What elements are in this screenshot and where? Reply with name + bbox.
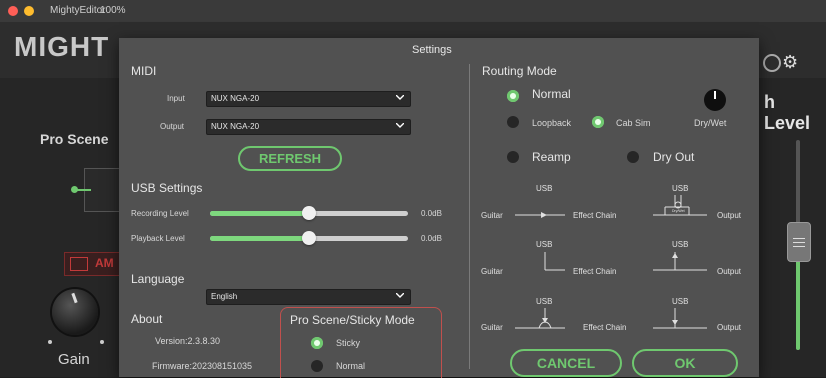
dry-out-radio[interactable] <box>627 151 639 163</box>
ok-button[interactable]: OK <box>632 349 738 377</box>
diagram-guitar-label: Guitar <box>481 211 503 220</box>
routing-diagram-normal <box>515 195 707 218</box>
input-label: Input <box>167 94 185 103</box>
diagram-output-label: Output <box>717 267 742 276</box>
close-window-button[interactable] <box>8 6 18 16</box>
usb-settings-header: USB Settings <box>131 181 203 195</box>
diagram-usb-label: USB <box>536 240 553 249</box>
reamp-radio[interactable] <box>507 151 519 163</box>
diagram-usb-label: USB <box>672 184 689 193</box>
firmware-text: Firmware:202308151035 <box>152 361 253 371</box>
window-title: MightyEditor <box>50 5 106 16</box>
midi-input-select[interactable]: NUX NGA-20 <box>206 91 411 107</box>
diagram-output-label: Output <box>717 323 742 332</box>
reamp-label: Reamp <box>532 150 571 164</box>
normal-routing-radio[interactable] <box>507 90 519 102</box>
block-preview <box>71 168 124 212</box>
normal-mode-radio[interactable] <box>311 360 323 372</box>
playback-level-thumb[interactable] <box>302 231 316 245</box>
diagram-usb-label: USB <box>536 297 553 306</box>
dialog-divider <box>469 64 470 369</box>
loopback-radio[interactable] <box>507 116 519 128</box>
playback-level-fill <box>210 236 309 241</box>
gain-label: Gain <box>58 351 90 368</box>
recording-level-fill <box>210 211 309 216</box>
amp-badge[interactable]: AM <box>64 252 124 276</box>
routing-diagram-reamp <box>515 308 707 329</box>
diagram-usb-label: USB <box>536 184 553 193</box>
minimize-window-button[interactable] <box>24 6 34 16</box>
cancel-button[interactable]: CANCEL <box>510 349 622 377</box>
diagram-guitar-label: Guitar <box>481 323 503 332</box>
diagram-drywet-small-label: Dry/Wet <box>672 209 685 213</box>
midi-header: MIDI <box>131 64 157 78</box>
gear-icon[interactable]: ⚙ <box>782 52 798 73</box>
recording-level-label: Recording Level <box>131 209 189 218</box>
routing-mode-header: Routing Mode <box>482 64 557 78</box>
refresh-button[interactable]: REFRESH <box>238 146 342 171</box>
sticky-radio[interactable] <box>311 337 323 349</box>
dialog-title: Settings <box>412 44 452 56</box>
cab-sim-radio[interactable] <box>592 116 604 128</box>
version-text: Version:2.3.8.30 <box>155 336 221 346</box>
level-slider-thumb[interactable] <box>787 222 811 262</box>
routing-diagram-loopback <box>544 252 707 271</box>
chevron-down-icon <box>396 95 404 100</box>
playback-level-label: Playback Level <box>131 234 185 243</box>
knob-dot <box>48 340 52 344</box>
knob-dot <box>100 340 104 344</box>
cab-sim-label: Cab Sim <box>616 118 651 128</box>
level-slider-fill <box>796 255 800 350</box>
pro-scene-label: Pro Scene <box>40 131 109 147</box>
chevron-down-icon <box>396 293 404 298</box>
output-label: Output <box>160 122 185 131</box>
playback-level-value: 0.0dB <box>421 234 442 243</box>
dry-wet-knob[interactable] <box>704 89 726 111</box>
power-icon[interactable] <box>763 54 781 72</box>
recording-level-thumb[interactable] <box>302 206 316 220</box>
chevron-down-icon <box>396 123 404 128</box>
diagram-usb-label: USB <box>672 240 689 249</box>
diagram-usb-label: USB <box>672 297 689 306</box>
normal-mode-label: Normal <box>336 361 366 371</box>
gain-knob[interactable] <box>52 289 98 335</box>
normal-routing-label: Normal <box>532 87 571 101</box>
diagram-output-label: Output <box>717 211 742 220</box>
loopback-label: Loopback <box>532 118 572 128</box>
brand-logo: MIGHT <box>14 31 110 62</box>
zoom-level: 100% <box>100 5 126 16</box>
midi-output-select[interactable]: NUX NGA-20 <box>206 119 411 135</box>
pro-scene-mode-header: Pro Scene/Sticky Mode <box>290 313 415 327</box>
about-header: About <box>131 312 163 326</box>
diagram-guitar-label: Guitar <box>481 267 503 276</box>
dry-wet-label: Dry/Wet <box>694 118 727 128</box>
level-label: h Level <box>764 92 811 133</box>
language-header: Language <box>131 272 185 286</box>
dry-out-label: Dry Out <box>653 150 695 164</box>
language-select[interactable]: English <box>206 289 411 305</box>
sticky-label: Sticky <box>336 338 361 348</box>
recording-level-value: 0.0dB <box>421 209 442 218</box>
window-titlebar: MightyEditor 100% <box>0 0 826 23</box>
